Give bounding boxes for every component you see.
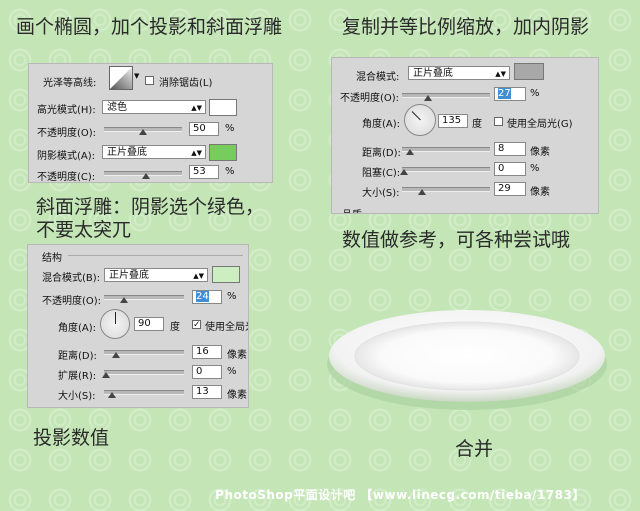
chevron-down-icon: ▲▼ bbox=[495, 70, 506, 78]
angle-input[interactable]: 90 bbox=[134, 317, 164, 331]
pixel-unit: 像素 bbox=[227, 390, 247, 401]
bevel-emboss-panel: 光泽等高线: ▼ 消除锯齿(L) 高光模式(H): 滤色 ▲▼ 不透明度(O): … bbox=[28, 63, 273, 183]
shadow-opacity-slider[interactable] bbox=[104, 171, 182, 179]
percent-unit: % bbox=[225, 123, 235, 134]
percent-unit: % bbox=[530, 88, 540, 99]
global-light-checkbox[interactable] bbox=[494, 117, 503, 126]
shadow-opacity-input[interactable]: 53 bbox=[189, 165, 219, 179]
slider-thumb[interactable] bbox=[406, 149, 414, 155]
plate-center bbox=[354, 321, 580, 391]
size-label: 大小(S): bbox=[58, 391, 96, 402]
degree-unit: 度 bbox=[472, 119, 482, 130]
slider-thumb[interactable] bbox=[120, 297, 128, 303]
angle-label: 角度(A): bbox=[362, 119, 401, 130]
size-input[interactable]: 29 bbox=[494, 182, 526, 196]
bevel-note-line2: 不要太突兀 bbox=[36, 219, 132, 241]
blend-mode-label: 混合模式: bbox=[356, 72, 400, 83]
highlight-mode-label: 高光模式(H): bbox=[37, 105, 96, 116]
global-light-label: 使用全局光(G) bbox=[507, 119, 573, 130]
caption-top-left: 画个椭圆，加个投影和斜面浮雕 bbox=[16, 16, 283, 38]
shadow-color-swatch[interactable] bbox=[209, 144, 237, 161]
opacity-label: 不透明度(O): bbox=[42, 296, 102, 307]
blend-mode-select[interactable]: 正片叠底 ▲▼ bbox=[408, 66, 510, 80]
highlight-opacity-label: 不透明度(O): bbox=[37, 128, 97, 139]
drop-shadow-color-swatch[interactable] bbox=[212, 266, 240, 283]
plate-illustration bbox=[327, 310, 607, 410]
highlight-mode-select[interactable]: 滤色 ▲▼ bbox=[102, 100, 206, 114]
chevron-down-icon: ▲▼ bbox=[191, 149, 202, 157]
choke-label: 阻塞(C): bbox=[362, 168, 401, 179]
chevron-down-icon: ▲▼ bbox=[191, 104, 202, 112]
slider-thumb[interactable] bbox=[142, 173, 150, 179]
spread-slider[interactable] bbox=[102, 370, 184, 378]
anti-alias-label: 消除锯齿(L) bbox=[159, 78, 213, 89]
shadow-mode-label: 阴影模式(A): bbox=[37, 151, 96, 162]
global-light-checkbox[interactable]: ✓ bbox=[192, 320, 201, 330]
quality-section-label: 品质 bbox=[342, 206, 362, 213]
distance-label: 距离(D): bbox=[58, 351, 97, 362]
inner-shadow-color-swatch[interactable] bbox=[514, 63, 544, 80]
distance-input[interactable]: 8 bbox=[494, 142, 526, 156]
drop-shadow-panel: 结构 混合模式(B): 正片叠底 ▲▼ 不透明度(O): 24 % 角度(A): … bbox=[27, 244, 249, 408]
distance-input[interactable]: 16 bbox=[192, 345, 222, 359]
size-slider[interactable] bbox=[402, 187, 490, 195]
chevron-down-icon: ▲▼ bbox=[193, 272, 204, 280]
blend-mode-select[interactable]: 正片叠底 ▲▼ bbox=[104, 268, 208, 282]
angle-dial[interactable] bbox=[100, 309, 130, 339]
choke-input[interactable]: 0 bbox=[494, 162, 526, 176]
slider-thumb[interactable] bbox=[102, 372, 110, 378]
slider-thumb[interactable] bbox=[112, 352, 120, 358]
distance-slider[interactable] bbox=[402, 147, 490, 155]
structure-section-title: 结构 bbox=[42, 253, 62, 264]
percent-unit: % bbox=[227, 366, 237, 377]
slider-thumb[interactable] bbox=[400, 169, 408, 175]
size-input[interactable]: 13 bbox=[192, 385, 222, 399]
opacity-slider[interactable] bbox=[104, 295, 184, 303]
inner-shadow-panel: 混合模式: 正片叠底 ▲▼ 不透明度(O): 27 % 角度(A): 135 度 … bbox=[331, 57, 599, 214]
slider-thumb[interactable] bbox=[418, 189, 426, 195]
merge-caption: 合并 bbox=[455, 438, 494, 460]
percent-unit: % bbox=[530, 163, 540, 174]
opacity-input[interactable]: 27 bbox=[494, 87, 526, 101]
pixel-unit: 像素 bbox=[227, 350, 247, 361]
caption-top-right: 复制并等比例缩放，加内阴影 bbox=[342, 16, 590, 38]
choke-slider[interactable] bbox=[400, 167, 490, 175]
gloss-contour-preview[interactable] bbox=[109, 66, 133, 90]
spread-label: 扩展(R): bbox=[58, 371, 97, 382]
percent-unit: % bbox=[227, 291, 237, 302]
slider-thumb[interactable] bbox=[424, 95, 432, 101]
degree-unit: 度 bbox=[170, 322, 180, 333]
percent-unit: % bbox=[225, 166, 235, 177]
spread-input[interactable]: 0 bbox=[192, 365, 222, 379]
anti-alias-checkbox[interactable] bbox=[145, 76, 154, 85]
footer-watermark: PhotoShop平面设计吧 【www.linecg.com/tieba/178… bbox=[215, 488, 585, 502]
opacity-input[interactable]: 24 bbox=[192, 290, 222, 304]
global-light-label: 使用全局光 bbox=[205, 322, 248, 333]
pixel-unit: 像素 bbox=[530, 187, 550, 198]
contour-dropdown-icon[interactable]: ▼ bbox=[134, 72, 139, 80]
drop-shadow-caption: 投影数值 bbox=[33, 427, 110, 449]
slider-thumb[interactable] bbox=[139, 129, 147, 135]
highlight-opacity-slider[interactable] bbox=[104, 127, 182, 135]
contour-curve-icon bbox=[110, 67, 132, 89]
section-divider bbox=[68, 255, 243, 256]
pixel-unit: 像素 bbox=[530, 147, 550, 158]
opacity-label: 不透明度(O): bbox=[340, 93, 400, 104]
blend-mode-label: 混合模式(B): bbox=[42, 273, 101, 284]
distance-slider[interactable] bbox=[104, 350, 184, 358]
angle-input[interactable]: 135 bbox=[438, 114, 468, 128]
slider-thumb[interactable] bbox=[108, 392, 116, 398]
highlight-opacity-input[interactable]: 50 bbox=[189, 122, 219, 136]
highlight-color-swatch[interactable] bbox=[209, 99, 237, 116]
values-note: 数值做参考，可各种尝试哦 bbox=[342, 229, 571, 251]
opacity-slider[interactable] bbox=[402, 93, 490, 101]
gloss-contour-label: 光泽等高线: bbox=[43, 78, 97, 89]
angle-dial[interactable] bbox=[404, 104, 436, 136]
size-label: 大小(S): bbox=[362, 188, 400, 199]
shadow-mode-select[interactable]: 正片叠底 ▲▼ bbox=[102, 145, 206, 159]
shadow-opacity-label: 不透明度(C): bbox=[37, 172, 96, 183]
angle-label: 角度(A): bbox=[58, 323, 97, 334]
distance-label: 距离(D): bbox=[362, 148, 401, 159]
size-slider[interactable] bbox=[104, 390, 184, 398]
